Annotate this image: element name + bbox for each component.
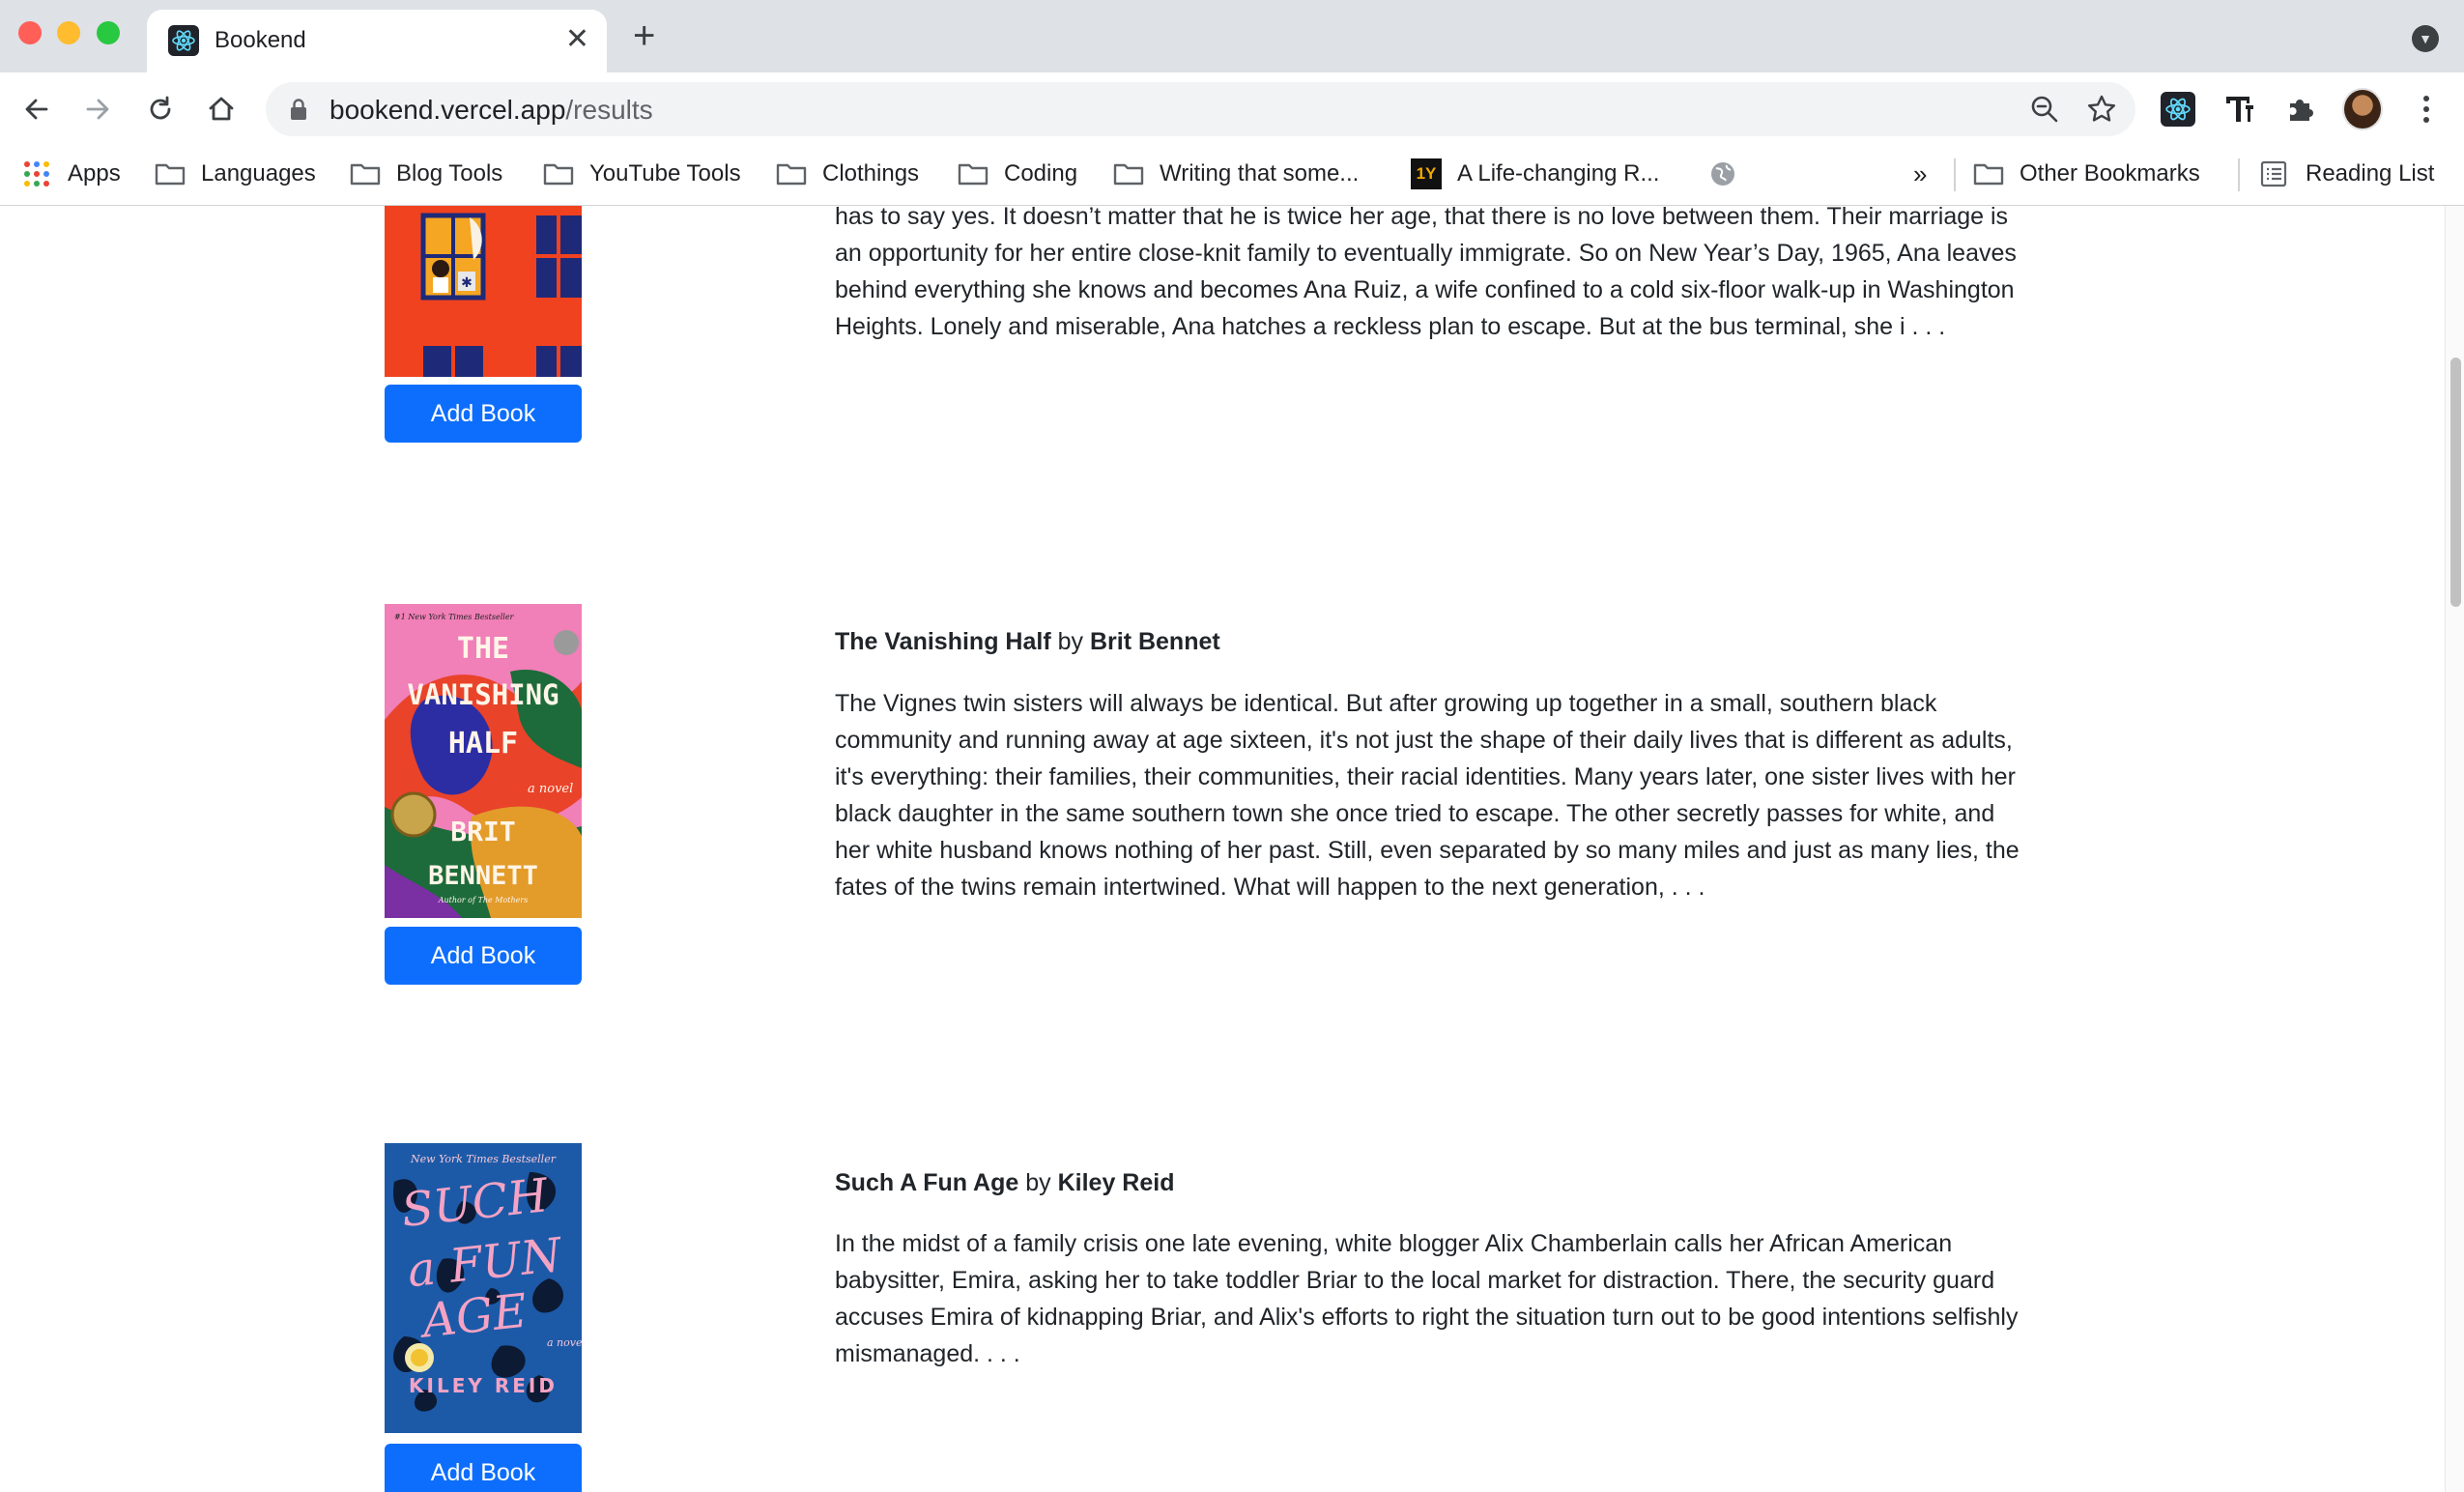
bookmark-languages[interactable]: Languages: [155, 155, 316, 193]
lock-icon[interactable]: [289, 98, 308, 121]
book-description: In the midst of a family crisis one late…: [835, 1230, 2019, 1367]
book-title: Such A Fun Age: [835, 1169, 1019, 1196]
book-cover-image: #1 New York Times Bestseller THE VANISHI…: [385, 604, 582, 918]
book-description: In the Dominican countryside and But whe…: [835, 206, 2017, 340]
add-book-button[interactable]: Add Book: [385, 385, 582, 443]
folder-icon: [350, 163, 381, 186]
zoom-out-icon[interactable]: [2029, 94, 2060, 125]
forward-arrow-icon: [86, 99, 109, 120]
results-page: ✱ Add Book In the Dominican countryside …: [0, 206, 2445, 1492]
bookmark-writing[interactable]: Writing that some...: [1113, 155, 1359, 193]
bookmark-coding[interactable]: Coding: [958, 155, 1077, 193]
folder-icon: [543, 163, 574, 186]
tab-title: Bookend: [215, 27, 306, 53]
close-window-button[interactable]: [18, 21, 42, 44]
tab-close-icon[interactable]: ✕: [565, 21, 589, 58]
bookmark-other-bookmarks[interactable]: Other Bookmarks: [1973, 155, 2200, 193]
globe-icon: [1711, 162, 1734, 186]
cover-title-line: AGE: [416, 1284, 530, 1349]
browser-toolbar: bookend.vercel.app/results: [0, 72, 2464, 145]
book-title: The Vanishing Half: [835, 628, 1051, 655]
by-label: by: [1025, 1169, 1051, 1196]
site-favicon-icon: 1Y: [1411, 158, 1442, 189]
cover-author-line: KILEY REID: [409, 1374, 558, 1397]
maximize-window-button[interactable]: [97, 21, 120, 44]
reload-button[interactable]: [139, 88, 182, 130]
book-heading: Such A Fun Age by Kiley Reid: [835, 1169, 1174, 1197]
cover-tagline: #1 New York Times Bestseller: [394, 613, 515, 621]
tab-strip: Bookend ✕ + ▼: [0, 0, 2464, 72]
tab-bookend[interactable]: Bookend ✕: [147, 10, 607, 72]
bookmark-globe[interactable]: [1708, 155, 1737, 193]
react-devtools-extension-icon[interactable]: [2158, 89, 2198, 129]
address-bar[interactable]: bookend.vercel.app/results: [266, 82, 2135, 136]
reload-icon: [150, 96, 171, 120]
reading-list-icon: [2260, 160, 2287, 187]
cover-novel-label: a novel: [528, 782, 573, 796]
folder-icon: [1973, 163, 2004, 186]
bookmarks-separator: [2238, 158, 2240, 191]
bookmark-apps[interactable]: Apps: [23, 155, 121, 193]
back-arrow-icon: [25, 99, 48, 120]
bookmark-clothings[interactable]: Clothings: [776, 155, 919, 193]
book-description: The Vignes twin sisters will always be i…: [835, 690, 2020, 901]
book-cover-image: New York Times Bestseller SUCH a FUN AGE…: [385, 1143, 582, 1433]
cover-title-line: THE: [457, 632, 509, 666]
bookmarks-overflow-chevron[interactable]: »: [1913, 155, 1927, 193]
chrome-menu-icon[interactable]: [2406, 89, 2447, 129]
profile-avatar[interactable]: [2342, 88, 2383, 130]
book-heading: The Vanishing Half by Brit Bennet: [835, 628, 1220, 656]
book-cover-image: ✱: [385, 206, 582, 377]
bookmarks-separator: [1954, 158, 1956, 191]
folder-icon: [155, 163, 186, 186]
react-favicon-icon: [168, 25, 199, 56]
folder-icon: [776, 163, 807, 186]
text-extension-icon[interactable]: [2220, 89, 2260, 129]
cover-author-line: BRIT: [450, 816, 515, 847]
reading-list-button[interactable]: Reading List: [2259, 155, 2434, 193]
bookmark-life-changing[interactable]: 1Y A Life-changing R...: [1411, 155, 1659, 193]
folder-icon: [958, 163, 988, 186]
svg-text:✱: ✱: [461, 274, 473, 290]
folder-icon: [1113, 163, 1144, 186]
page-scrollbar[interactable]: [2445, 206, 2464, 1492]
minimize-window-button[interactable]: [57, 21, 80, 44]
cover-title-line: HALF: [448, 727, 518, 760]
book-author: Brit Bennet: [1089, 628, 1220, 655]
by-label: by: [1057, 628, 1084, 655]
bookmark-youtube-tools[interactable]: YouTube Tools: [543, 155, 741, 193]
cover-tagline: New York Times Bestseller: [410, 1153, 557, 1165]
home-icon: [209, 97, 234, 121]
book-author: Kiley Reid: [1057, 1169, 1175, 1196]
cover-novel-label: a novel: [547, 1336, 582, 1349]
cover-author-line: BENNETT: [428, 861, 538, 891]
forward-button[interactable]: [76, 88, 119, 130]
bookmark-star-icon[interactable]: [2085, 93, 2118, 126]
add-book-button[interactable]: Add Book: [385, 927, 582, 985]
add-book-button[interactable]: Add Book: [385, 1444, 582, 1492]
extensions-puzzle-icon[interactable]: [2280, 89, 2321, 129]
cover-title-line: VANISHING: [407, 678, 559, 711]
bookmarks-bar: Apps Languages Blog Tools YouTube Tools …: [0, 145, 2464, 207]
home-button[interactable]: [200, 88, 243, 130]
tab-search-icon[interactable]: ▼: [2412, 25, 2439, 52]
scrollbar-thumb[interactable]: [2450, 358, 2461, 607]
apps-grid-icon: [24, 161, 49, 186]
cover-credit: Author of The Mothers: [438, 896, 529, 904]
back-button[interactable]: [15, 88, 58, 130]
new-tab-button[interactable]: +: [633, 15, 655, 56]
bookmark-blog-tools[interactable]: Blog Tools: [350, 155, 502, 193]
url-text[interactable]: bookend.vercel.app/results: [329, 95, 653, 126]
